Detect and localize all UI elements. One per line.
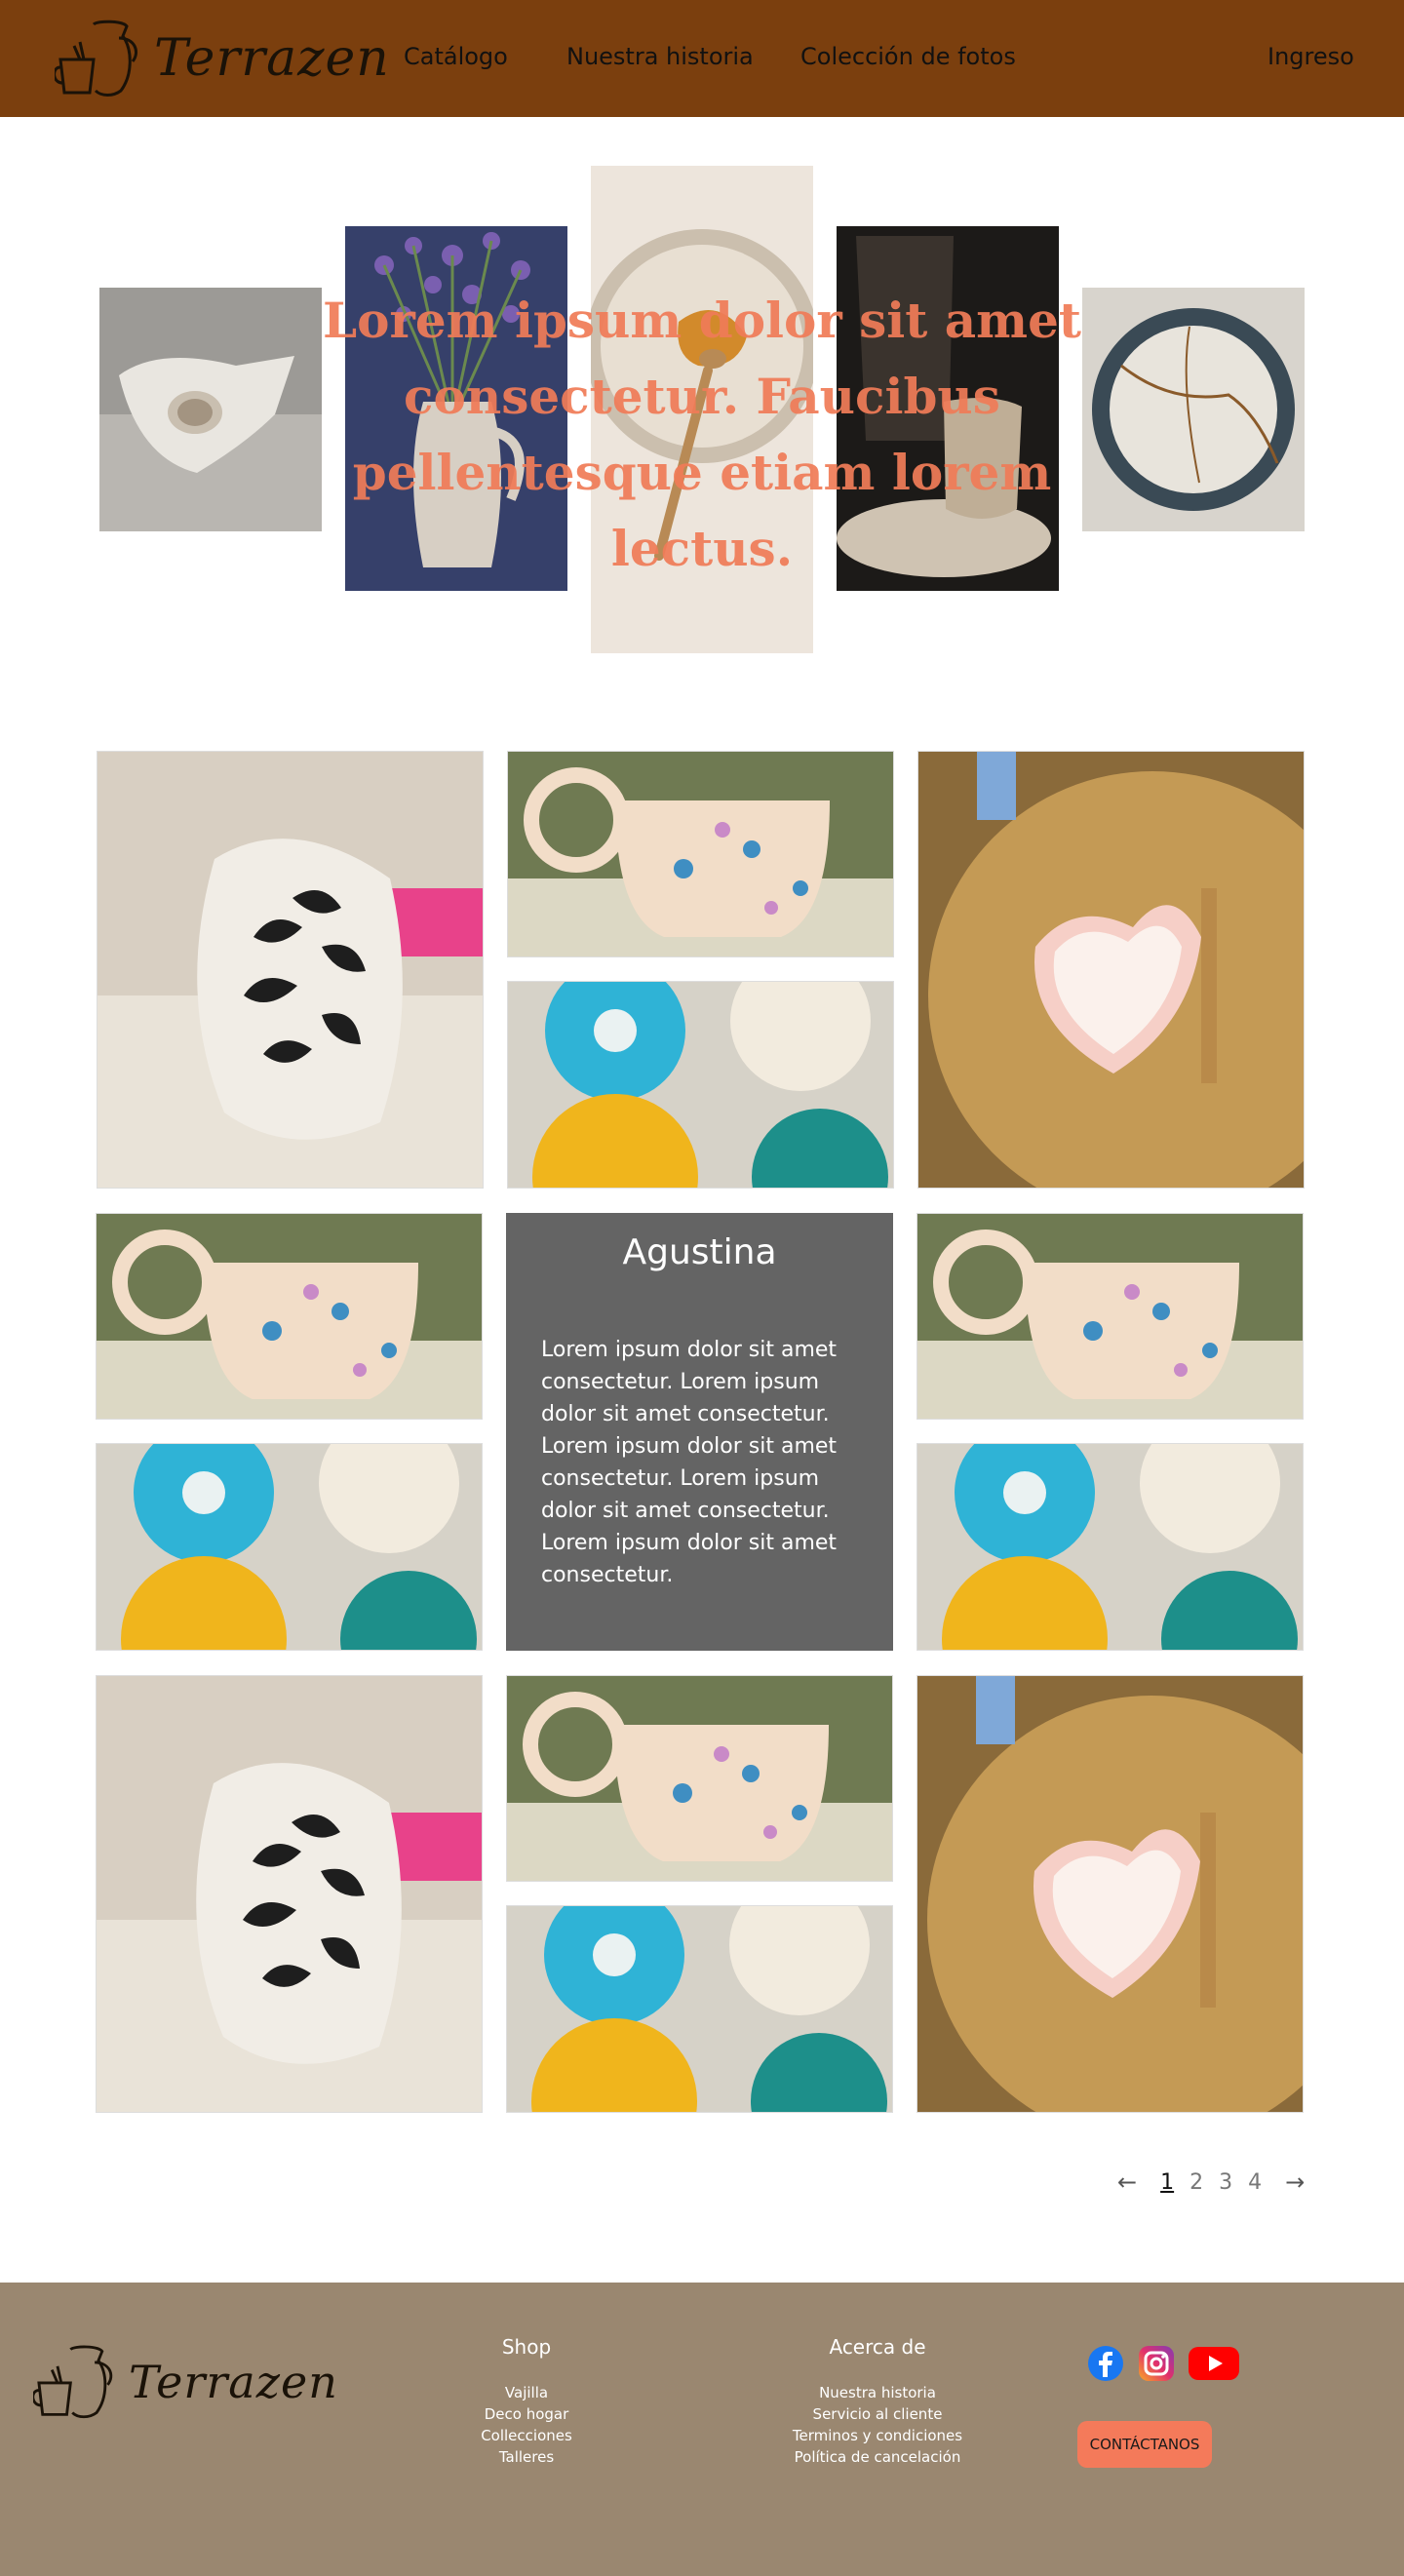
artist-description: Lorem ipsum dolor sit amet consectetur. … bbox=[541, 1338, 838, 1587]
instagram-icon[interactable] bbox=[1137, 2344, 1176, 2387]
artist-card[interactable]: Agustina Lorem ipsum dolor sit amet cons… bbox=[506, 1213, 893, 1651]
footer-link-talleres[interactable]: Talleres bbox=[448, 2446, 604, 2468]
contact-button[interactable]: CONTÁCTANOS bbox=[1077, 2421, 1212, 2468]
footer-about-column: Acerca de Nuestra historia Servicio al c… bbox=[780, 2335, 975, 2468]
footer-brand-name: Terrazen bbox=[129, 2356, 338, 2408]
footer-link-vajilla[interactable]: Vajilla bbox=[448, 2382, 604, 2403]
arrow-left-icon[interactable]: ← bbox=[1117, 2168, 1137, 2196]
page-3[interactable]: 3 bbox=[1219, 2170, 1232, 2195]
nav-catalogo[interactable]: Catálogo bbox=[404, 43, 508, 70]
brand-logo[interactable]: Terrazen bbox=[55, 16, 390, 101]
footer-link-nuestra-historia[interactable]: Nuestra historia bbox=[780, 2382, 975, 2403]
footer-brand-logo[interactable]: Terrazen bbox=[33, 2339, 338, 2425]
page-2[interactable]: 2 bbox=[1190, 2170, 1203, 2195]
footer-link-cancelacion[interactable]: Política de cancelación bbox=[780, 2446, 975, 2468]
gallery-photo-flower-mug[interactable] bbox=[506, 1675, 893, 1882]
youtube-icon[interactable] bbox=[1188, 2344, 1240, 2387]
gallery-photo-flower-mug[interactable] bbox=[507, 751, 894, 957]
page-4[interactable]: 4 bbox=[1248, 2170, 1262, 2195]
brand-name: Terrazen bbox=[154, 29, 390, 88]
top-header: Terrazen Catálogo Nuestra historia Colec… bbox=[0, 0, 1404, 117]
hero-title: Lorem ipsum dolor sit amet consectetur. … bbox=[322, 292, 1081, 577]
pottery-logo-icon bbox=[55, 20, 137, 97]
site-footer: Terrazen Shop Vajilla Deco hogar Collecc… bbox=[0, 2283, 1404, 2576]
gallery-photo-smiley-plates[interactable] bbox=[506, 1905, 893, 2113]
footer-link-collecciones[interactable]: Collecciones bbox=[448, 2425, 604, 2446]
nav-coleccion-fotos[interactable]: Colección de fotos bbox=[800, 43, 1016, 70]
gallery-photo-smiley-plates[interactable] bbox=[507, 981, 894, 1189]
pagination: ← 1 2 3 4 → bbox=[1117, 2168, 1305, 2196]
gallery-photo-heart-bowl[interactable] bbox=[916, 1675, 1304, 2113]
gallery-photo-smiley-plates[interactable] bbox=[916, 1443, 1304, 1651]
page-1[interactable]: 1 bbox=[1160, 2170, 1174, 2195]
footer-shop-column: Shop Vajilla Deco hogar Collecciones Tal… bbox=[448, 2335, 604, 2468]
gallery-photo-leaf-vase[interactable] bbox=[96, 1675, 483, 2113]
footer-shop-heading: Shop bbox=[501, 2335, 552, 2359]
gallery-photo-leaf-vase[interactable] bbox=[97, 751, 484, 1189]
gallery-photo-flower-mug[interactable] bbox=[916, 1213, 1304, 1420]
arrow-right-icon[interactable]: → bbox=[1285, 2168, 1305, 2196]
social-links bbox=[1086, 2344, 1240, 2387]
gallery-photo-flower-mug[interactable] bbox=[96, 1213, 483, 1420]
facebook-icon[interactable] bbox=[1086, 2344, 1125, 2387]
artist-name: Agustina bbox=[622, 1232, 777, 1272]
footer-link-servicio-cliente[interactable]: Servicio al cliente bbox=[780, 2403, 975, 2425]
footer-about-heading: Acerca de bbox=[829, 2335, 926, 2359]
gallery-photo-smiley-plates[interactable] bbox=[96, 1443, 483, 1651]
pottery-logo-icon bbox=[33, 2345, 113, 2419]
footer-link-terminos[interactable]: Terminos y condiciones bbox=[780, 2425, 975, 2446]
login-link[interactable]: Ingreso bbox=[1268, 43, 1354, 70]
gallery-photo-heart-bowl[interactable] bbox=[917, 751, 1305, 1189]
nav-nuestra-historia[interactable]: Nuestra historia bbox=[566, 43, 754, 70]
hero-collage: Lorem ipsum dolor sit amet consectetur. … bbox=[0, 117, 1404, 741]
footer-link-deco-hogar[interactable]: Deco hogar bbox=[448, 2403, 604, 2425]
